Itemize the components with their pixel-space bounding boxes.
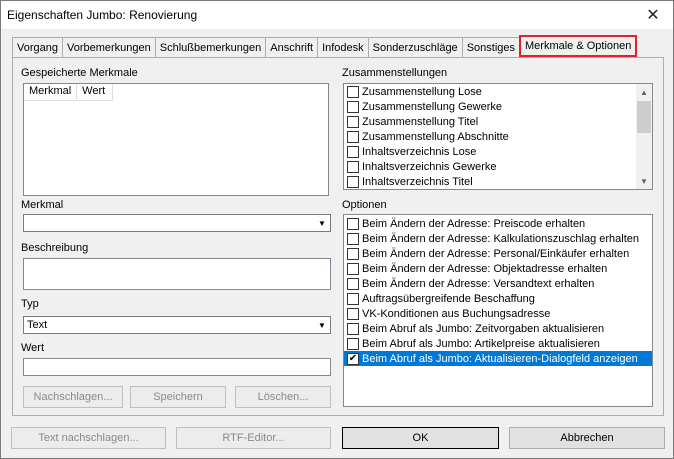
title-bar: Eigenschaften Jumbo: Renovierung ✕ xyxy=(1,1,673,29)
saved-features-header: Merkmal Wert xyxy=(24,84,114,101)
checkbox-row[interactable]: Zusammenstellung Gewerke xyxy=(344,99,636,114)
checkbox[interactable] xyxy=(347,85,359,98)
checkbox[interactable] xyxy=(347,277,359,290)
checkbox-label: Beim Abruf als Jumbo: Artikelpreise aktu… xyxy=(362,337,600,350)
checkbox-row[interactable]: Auftragsübergreifende Beschaffung xyxy=(344,291,652,306)
checkbox-label: Auftragsübergreifende Beschaffung xyxy=(362,292,535,305)
beschreibung-label: Beschreibung xyxy=(21,242,89,254)
close-icon[interactable]: ✕ xyxy=(633,1,673,29)
checkbox-label: Zusammenstellung Lose xyxy=(362,85,482,98)
optionen-label: Optionen xyxy=(342,199,387,211)
checkbox[interactable] xyxy=(347,247,359,260)
tab-anschrift[interactable]: Anschrift xyxy=(265,37,319,57)
abbrechen-button[interactable]: Abbrechen xyxy=(509,427,665,449)
tab-sonderzuschlaege[interactable]: Sonderzuschläge xyxy=(367,37,463,57)
scroll-up-icon[interactable]: ▲ xyxy=(636,84,652,100)
checkbox[interactable] xyxy=(347,322,359,335)
checkbox-label: VK-Konditionen aus Buchungsadresse xyxy=(362,307,551,320)
tab-strip: Vorgang Vorbemerkungen Schlußbemerkungen… xyxy=(12,35,638,57)
checkbox-row[interactable]: Beim Ändern der Adresse: Kalkulationszus… xyxy=(344,231,652,246)
tab-vorbemerkungen[interactable]: Vorbemerkungen xyxy=(61,37,156,57)
rtf-editor-button[interactable]: RTF-Editor... xyxy=(176,427,331,449)
checkbox-row[interactable]: Beim Abruf als Jumbo: Artikelpreise aktu… xyxy=(344,336,652,351)
checkbox-label: Beim Ändern der Adresse: Personal/Einkäu… xyxy=(362,247,630,260)
checkbox-label: Beim Ändern der Adresse: Kalkulationszus… xyxy=(362,232,639,245)
checkbox-label: Zusammenstellung Titel xyxy=(362,115,479,128)
scroll-thumb[interactable] xyxy=(637,101,651,133)
checkbox[interactable] xyxy=(347,262,359,275)
chevron-down-icon[interactable]: ▼ xyxy=(315,216,329,230)
checkbox[interactable] xyxy=(347,337,359,350)
checkbox-row[interactable]: Beim Ändern der Adresse: Versandtext erh… xyxy=(344,276,652,291)
checkbox[interactable] xyxy=(347,217,359,230)
checkbox[interactable] xyxy=(347,307,359,320)
zusammenstellungen-list[interactable]: Zusammenstellung Lose Zusammenstellung Ge… xyxy=(343,83,653,190)
checkbox-label: Beim Ändern der Adresse: Preiscode erhal… xyxy=(362,217,586,230)
checkbox-label: Inhaltsverzeichnis Lose xyxy=(362,145,477,158)
checkbox[interactable] xyxy=(347,160,359,173)
properties-dialog: Eigenschaften Jumbo: Renovierung ✕ Vorga… xyxy=(0,0,674,459)
tab-merkmale-optionen[interactable]: Merkmale & Optionen xyxy=(519,35,638,57)
checkbox-row[interactable]: Zusammenstellung Lose xyxy=(344,84,636,99)
saved-features-list[interactable]: Merkmal Wert xyxy=(23,83,329,196)
speichern-button[interactable]: Speichern xyxy=(130,386,226,408)
checkbox[interactable] xyxy=(347,145,359,158)
checkbox-label: Zusammenstellung Abschnitte xyxy=(362,130,509,143)
wert-label: Wert xyxy=(21,342,45,354)
tab-schlussbemerkungen[interactable]: Schlußbemerkungen xyxy=(154,37,267,57)
checkbox-label: Inhaltsverzeichnis Titel xyxy=(362,175,473,188)
zusammenstellungen-label: Zusammenstellungen xyxy=(342,67,448,79)
tab-vorgang[interactable]: Vorgang xyxy=(12,37,63,57)
checkbox[interactable] xyxy=(347,130,359,143)
scroll-down-icon[interactable]: ▼ xyxy=(636,173,652,189)
checkbox-label: Beim Ändern der Adresse: Versandtext erh… xyxy=(362,277,595,290)
checkbox[interactable] xyxy=(347,232,359,245)
merkmal-label: Merkmal xyxy=(21,199,64,211)
column-merkmal[interactable]: Merkmal xyxy=(24,84,78,101)
merkmal-combo[interactable]: ▼ xyxy=(23,214,331,232)
checkbox-row[interactable]: Beim Abruf als Jumbo: Zeitvorgaben aktua… xyxy=(344,321,652,336)
window-title: Eigenschaften Jumbo: Renovierung xyxy=(7,8,198,22)
checkbox[interactable]: ✔ xyxy=(347,352,359,365)
checkbox-row[interactable]: Beim Ändern der Adresse: Personal/Einkäu… xyxy=(344,246,652,261)
checkbox-row[interactable]: Zusammenstellung Abschnitte xyxy=(344,129,636,144)
checkbox-label: Beim Ändern der Adresse: Objektadresse e… xyxy=(362,262,608,275)
column-wert[interactable]: Wert xyxy=(77,84,114,101)
loeschen-button[interactable]: Löschen... xyxy=(235,386,331,408)
checkbox-row[interactable]: Inhaltsverzeichnis Titel xyxy=(344,174,636,189)
checkbox-row[interactable]: ✔ Beim Abruf als Jumbo: Aktualisieren-Dia… xyxy=(344,351,652,366)
checkbox-label: Beim Abruf als Jumbo: Zeitvorgaben aktua… xyxy=(362,322,605,335)
checkbox[interactable] xyxy=(347,175,359,188)
wert-field[interactable] xyxy=(23,358,331,376)
chevron-down-icon[interactable]: ▼ xyxy=(315,318,329,332)
checkbox[interactable] xyxy=(347,100,359,113)
checkbox-label: Zusammenstellung Gewerke xyxy=(362,100,503,113)
checkbox-row[interactable]: Beim Ändern der Adresse: Preiscode erhal… xyxy=(344,216,652,231)
checkbox-row[interactable]: Zusammenstellung Titel xyxy=(344,114,636,129)
tab-infodesk[interactable]: Infodesk xyxy=(317,37,369,57)
optionen-list[interactable]: Beim Ändern der Adresse: Preiscode erhal… xyxy=(343,214,653,407)
checkbox-row[interactable]: VK-Konditionen aus Buchungsadresse xyxy=(344,306,652,321)
beschreibung-field[interactable] xyxy=(23,258,331,290)
typ-combo[interactable]: Text ▼ xyxy=(23,316,331,334)
checkbox-label: Inhaltsverzeichnis Gewerke xyxy=(362,160,497,173)
checkbox-row[interactable]: Inhaltsverzeichnis Gewerke xyxy=(344,159,636,174)
nachschlagen-button[interactable]: Nachschlagen... xyxy=(23,386,123,408)
checkbox[interactable] xyxy=(347,292,359,305)
tab-sonstiges[interactable]: Sonstiges xyxy=(461,37,520,57)
tab-panel: Gespeicherte Merkmale Merkmal Wert Merkm… xyxy=(12,57,664,416)
typ-value: Text xyxy=(27,319,48,331)
ok-button[interactable]: OK xyxy=(342,427,499,449)
checkbox[interactable] xyxy=(347,115,359,128)
saved-features-label: Gespeicherte Merkmale xyxy=(21,67,138,79)
checkbox-label: Beim Abruf als Jumbo: Aktualisieren-Dial… xyxy=(362,352,638,365)
checkbox-row[interactable]: Inhaltsverzeichnis Lose xyxy=(344,144,636,159)
text-nachschlagen-button[interactable]: Text nachschlagen... xyxy=(11,427,166,449)
typ-label: Typ xyxy=(21,298,39,310)
zusammenstellungen-scrollbar[interactable]: ▲ ▼ xyxy=(636,84,652,189)
checkbox-row[interactable]: Beim Ändern der Adresse: Objektadresse e… xyxy=(344,261,652,276)
